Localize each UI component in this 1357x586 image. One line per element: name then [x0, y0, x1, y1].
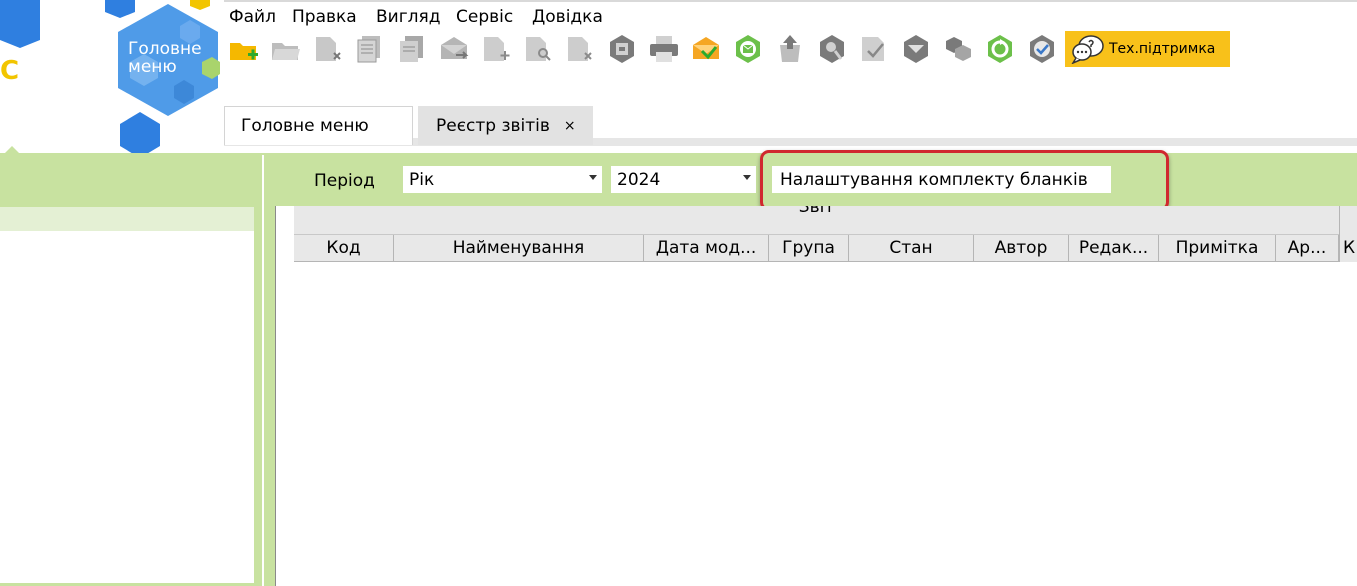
column-header-group[interactable]: Група	[769, 235, 849, 262]
chevron-down-icon	[589, 175, 597, 180]
verify-icon[interactable]	[1026, 33, 1058, 65]
tab-main-menu-label: Головне меню	[241, 116, 369, 136]
menu-view[interactable]: Вигляд	[376, 7, 441, 27]
table-border	[275, 206, 276, 586]
column-header-modified-date[interactable]: Дата мод...	[644, 235, 769, 262]
remove-doc-icon[interactable]	[564, 33, 596, 65]
column-header-editor[interactable]: Редак...	[1069, 235, 1159, 262]
add-doc-icon[interactable]	[480, 33, 512, 65]
close-icon[interactable]: ×	[564, 118, 576, 134]
column-header-note[interactable]: Примітка	[1159, 235, 1276, 262]
send-envelope-icon[interactable]	[438, 33, 470, 65]
form-set-settings-button[interactable]: Налаштування комплекту бланків	[772, 166, 1111, 193]
menu-edit[interactable]: Правка	[292, 7, 357, 27]
chat-bubble-icon	[1071, 35, 1104, 64]
export-envelope-icon[interactable]	[690, 33, 722, 65]
pointer-triangle	[3, 146, 21, 155]
left-panel	[0, 231, 254, 583]
group-icon[interactable]	[942, 33, 974, 65]
period-type-select[interactable]: Рік	[403, 166, 602, 193]
search-doc-icon[interactable]	[522, 33, 554, 65]
archive-icon[interactable]	[606, 33, 638, 65]
report-table	[275, 206, 1357, 586]
left-panel-header	[0, 207, 254, 231]
menu-file[interactable]: Файл	[229, 7, 276, 27]
menubar: Файл Правка Вигляд Сервіс Довідка	[224, 0, 1357, 32]
new-folder-icon[interactable]	[228, 33, 260, 65]
logo-letter: C	[0, 56, 20, 86]
recycle-bin-icon[interactable]	[774, 33, 806, 65]
tab-report-registry[interactable]: Реєстр звітів ×	[418, 106, 593, 145]
report-group-header: Звіт	[294, 206, 1339, 235]
duplicate-doc-icon[interactable]	[396, 33, 428, 65]
form-set-settings-label: Налаштування комплекту бланків	[780, 169, 1088, 190]
column-header-code[interactable]: Код	[294, 235, 394, 262]
receive-icon[interactable]	[900, 33, 932, 65]
tabs-bar: Головне меню Реєстр звітів ×	[224, 105, 1357, 147]
column-header-truncated[interactable]: К	[1339, 206, 1357, 262]
refresh-icon[interactable]	[984, 33, 1016, 65]
year-select[interactable]: 2024	[611, 166, 756, 193]
menu-help[interactable]: Довідка	[532, 7, 603, 27]
menu-service[interactable]: Сервіс	[456, 7, 513, 27]
tech-support-label: Тех.підтримка	[1109, 41, 1216, 57]
logo-area: C Головне меню	[0, 0, 224, 155]
period-label: Період	[314, 171, 375, 191]
check-doc-icon[interactable]	[858, 33, 890, 65]
print-icon[interactable]	[648, 33, 680, 65]
copy-doc-icon[interactable]	[354, 33, 386, 65]
main-menu-hexagon-button[interactable]	[110, 2, 224, 118]
find-icon[interactable]	[816, 33, 848, 65]
delete-doc-icon[interactable]	[312, 33, 344, 65]
report-group-header-label: Звіт	[798, 206, 835, 217]
chevron-down-icon	[743, 175, 751, 180]
email-icon[interactable]	[732, 33, 764, 65]
open-folder-icon[interactable]	[270, 33, 302, 65]
column-header-truncated-label: К	[1343, 238, 1356, 258]
year-value: 2024	[617, 169, 661, 190]
column-header-author[interactable]: Автор	[974, 235, 1069, 262]
column-header-status[interactable]: Стан	[849, 235, 974, 262]
tech-support-button[interactable]: Тех.підтримка	[1065, 31, 1230, 67]
tab-main-menu[interactable]: Головне меню	[224, 106, 413, 145]
tab-report-registry-label: Реєстр звітів	[436, 115, 550, 136]
column-header-name[interactable]: Найменування	[394, 235, 644, 262]
period-type-value: Рік	[409, 169, 435, 190]
panel-splitter[interactable]	[262, 155, 264, 586]
column-header-archive[interactable]: Ар...	[1276, 235, 1339, 262]
